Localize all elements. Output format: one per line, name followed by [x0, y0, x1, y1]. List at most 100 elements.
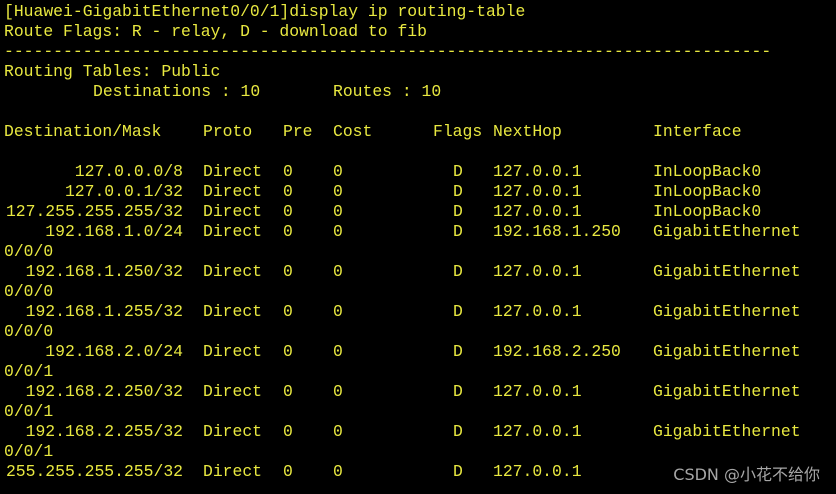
- route-interface: GigabitEthernet: [653, 262, 801, 281]
- route-interface-continuation: 0/0/1: [4, 442, 54, 461]
- route-proto: Direct: [203, 262, 263, 281]
- route-pre: 0: [283, 262, 293, 281]
- route-cost: 0: [333, 262, 343, 281]
- table-row-continuation: 0/0/0: [0, 282, 836, 302]
- route-cost: 0: [333, 182, 343, 201]
- route-flags: D: [453, 202, 463, 221]
- table-row: 127.0.0.0/8 Direct 0 0 D 127.0.0.1 InLoopBack0: [0, 162, 836, 182]
- route-destination: 192.168.1.0/24: [45, 222, 183, 241]
- route-pre: 0: [283, 422, 293, 441]
- route-interface-continuation: 0/0/0: [4, 322, 54, 341]
- route-flags: D: [453, 422, 463, 441]
- tables-title-text: Routing Tables: Public: [4, 62, 221, 81]
- route-cost: 0: [333, 342, 343, 361]
- route-proto: Direct: [203, 422, 263, 441]
- table-header: Destination/Mask Proto Pre Cost Flags Ne…: [0, 122, 836, 142]
- table-row-continuation: 0/0/0: [0, 322, 836, 342]
- route-pre: 0: [283, 222, 293, 241]
- route-interface: GigabitEthernet: [653, 422, 801, 441]
- route-nexthop: 127.0.0.1: [493, 462, 582, 481]
- route-cost: 0: [333, 162, 343, 181]
- route-nexthop: 127.0.0.1: [493, 202, 582, 221]
- route-nexthop: 127.0.0.1: [493, 262, 582, 281]
- route-cost: 0: [333, 302, 343, 321]
- flags-legend: Route Flags: R - relay, D - download to …: [0, 22, 836, 42]
- route-pre: 0: [283, 382, 293, 401]
- route-pre: 0: [283, 162, 293, 181]
- route-flags: D: [453, 382, 463, 401]
- summary-line: Destinations : 10 Routes : 10: [0, 82, 836, 102]
- route-cost: 0: [333, 222, 343, 241]
- route-cost: 0: [333, 422, 343, 441]
- table-row: 192.168.2.0/24 Direct 0 0 D 192.168.2.250 Giga…: [0, 342, 836, 362]
- route-destination: 192.168.2.250/32: [25, 382, 183, 401]
- route-interface-continuation: 0/0/0: [4, 242, 54, 261]
- route-nexthop: 127.0.0.1: [493, 422, 582, 441]
- route-nexthop: 127.0.0.1: [493, 382, 582, 401]
- route-flags: D: [453, 262, 463, 281]
- route-proto: Direct: [203, 182, 263, 201]
- route-destination: 192.168.2.0/24: [45, 342, 183, 361]
- route-interface-continuation: 0/0/1: [4, 402, 54, 421]
- route-pre: 0: [283, 462, 293, 481]
- route-interface: InLoopBack0: [653, 182, 762, 201]
- table-row: 192.168.1.255/32 Direct 0 0 D 127.0.0.1 Gigabi…: [0, 302, 836, 322]
- route-interface-continuation: 0/0/1: [4, 362, 54, 381]
- route-cost: 0: [333, 202, 343, 221]
- route-flags: D: [453, 182, 463, 201]
- route-destination: 255.255.255.255/32: [5, 462, 183, 481]
- table-row: 192.168.2.250/32 Direct 0 0 D 127.0.0.1 Gigabi…: [0, 382, 836, 402]
- route-destination: 192.168.2.255/32: [25, 422, 183, 441]
- route-proto: Direct: [203, 462, 263, 481]
- route-pre: 0: [283, 342, 293, 361]
- routes-count: Routes : 10: [333, 82, 442, 101]
- route-destination: 127.0.0.0/8: [74, 162, 183, 181]
- table-row-continuation: 0/0/0: [0, 242, 836, 262]
- table-row-continuation: 0/0/1: [0, 362, 836, 382]
- table-row: 127.0.0.1/32 Direct 0 0 D 127.0.0.1 InLoopBack…: [0, 182, 836, 202]
- route-pre: 0: [283, 202, 293, 221]
- route-destination: 127.255.255.255/32: [5, 202, 183, 221]
- route-proto: Direct: [203, 382, 263, 401]
- header-proto: Proto: [203, 122, 253, 141]
- route-cost: 0: [333, 382, 343, 401]
- separator-line: ----------------------------------------…: [0, 42, 836, 62]
- watermark: CSDN @小花不给你: [673, 465, 820, 484]
- route-destination: 127.0.0.1/32: [64, 182, 183, 201]
- header-nexthop: NextHop: [493, 122, 562, 141]
- route-flags: D: [453, 222, 463, 241]
- route-flags: D: [453, 462, 463, 481]
- routing-table-body: 127.0.0.0/8 Direct 0 0 D 127.0.0.1 InLoopBack0…: [0, 162, 836, 482]
- terminal-window[interactable]: [Huawei-GigabitEthernet0/0/1]display ip …: [0, 0, 836, 494]
- table-row-continuation: 0/0/1: [0, 402, 836, 422]
- route-proto: Direct: [203, 202, 263, 221]
- header-pre: Pre: [283, 122, 313, 141]
- separator-text: ----------------------------------------…: [4, 42, 772, 61]
- table-row: 192.168.2.255/32 Direct 0 0 D 127.0.0.1 Gigabi…: [0, 422, 836, 442]
- route-pre: 0: [283, 302, 293, 321]
- route-proto: Direct: [203, 342, 263, 361]
- route-interface: GigabitEthernet: [653, 302, 801, 321]
- route-nexthop: 127.0.0.1: [493, 302, 582, 321]
- route-cost: 0: [333, 462, 343, 481]
- route-interface-continuation: 0/0/0: [4, 282, 54, 301]
- table-row: 192.168.1.250/32 Direct 0 0 D 127.0.0.1 Gigabi…: [0, 262, 836, 282]
- route-proto: Direct: [203, 222, 263, 241]
- table-row: 192.168.1.0/24 Direct 0 0 D 192.168.1.250 Giga…: [0, 222, 836, 242]
- route-proto: Direct: [203, 162, 263, 181]
- route-destination: 192.168.1.250/32: [25, 262, 183, 281]
- table-row-continuation: 0/0/1: [0, 442, 836, 462]
- route-interface: InLoopBack0: [653, 162, 762, 181]
- command-text: [Huawei-GigabitEthernet0/0/1]display ip …: [4, 2, 526, 21]
- route-interface: GigabitEthernet: [653, 222, 801, 241]
- route-nexthop: 127.0.0.1: [493, 182, 582, 201]
- route-pre: 0: [283, 182, 293, 201]
- header-cost: Cost: [333, 122, 373, 141]
- command-line: [Huawei-GigabitEthernet0/0/1]display ip …: [0, 2, 836, 22]
- route-flags: D: [453, 342, 463, 361]
- route-flags: D: [453, 162, 463, 181]
- route-nexthop: 127.0.0.1: [493, 162, 582, 181]
- header-destination: Destination/Mask: [4, 122, 162, 141]
